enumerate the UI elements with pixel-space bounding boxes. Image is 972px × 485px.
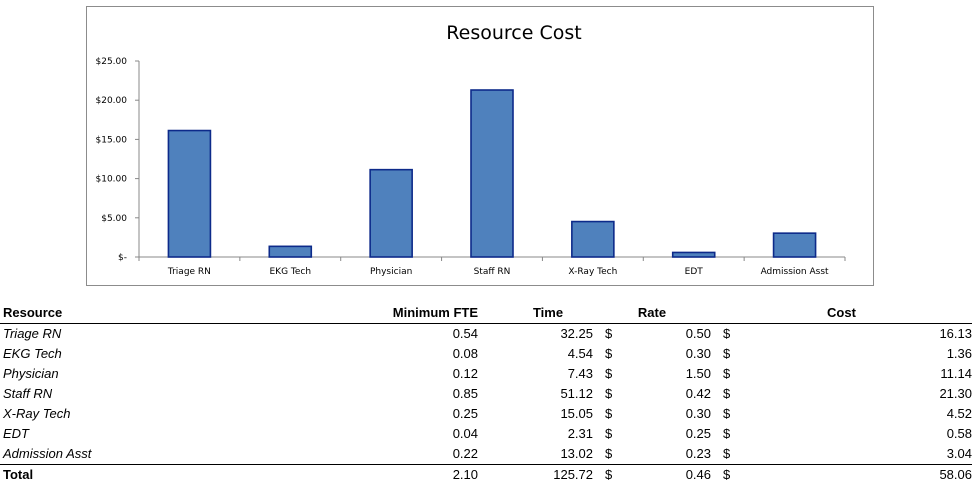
cell-resource: X-Ray Tech [0, 404, 258, 424]
cell-currency: $ [711, 424, 741, 444]
table-row: EDT0.042.31$0.25$0.58 [0, 424, 972, 444]
cell-rate: 1.50 [623, 364, 711, 384]
cell-currency: $ [711, 384, 741, 404]
table-row: X-Ray Tech0.2515.05$0.30$4.52 [0, 404, 972, 424]
y-tick-label: $20.00 [96, 96, 128, 106]
cell-cost: 0.58 [741, 424, 972, 444]
cell-currency: $ [593, 364, 623, 384]
chart-container: Resource Cost $- $5.00 $10.00 $15.00 $20.00 $2… [86, 6, 874, 286]
cell-currency: $ [593, 404, 623, 424]
table-row: Physician0.127.43$1.50$11.14 [0, 364, 972, 384]
header-time: Time [478, 303, 593, 324]
cell-time: 13.02 [478, 444, 593, 465]
header-rate: Rate [593, 303, 711, 324]
y-tick-label: $10.00 [96, 175, 128, 185]
chart-title: Resource Cost [446, 22, 581, 44]
resource-cost-table: Resource Minimum FTE Time Rate Cost Tria… [0, 303, 972, 485]
cell-currency: $ [593, 344, 623, 364]
table-row: EKG Tech0.084.54$0.30$1.36 [0, 344, 972, 364]
y-tick-label: $25.00 [96, 57, 128, 67]
cell-cost: 1.36 [741, 344, 972, 364]
cell-rate: 0.42 [623, 384, 711, 404]
cell-resource: EKG Tech [0, 344, 258, 364]
y-tick-label: $- [118, 253, 127, 263]
cell-currency: $ [593, 424, 623, 444]
x-tick-label: Triage RN [167, 267, 211, 277]
cell-time: 2.31 [478, 424, 593, 444]
cell-fte: 0.25 [258, 404, 478, 424]
cell-currency: $ [593, 444, 623, 465]
x-tick-label: Physician [370, 267, 412, 277]
cell-rate: 0.30 [623, 344, 711, 364]
cell-rate: 0.50 [623, 324, 711, 345]
cell-time: 7.43 [478, 364, 593, 384]
cell-currency: $ [593, 324, 623, 345]
x-tick-label: EKG Tech [269, 267, 311, 277]
cell-rate: 0.30 [623, 404, 711, 424]
cell-currency: $ [711, 444, 741, 465]
cell-fte: 0.85 [258, 384, 478, 404]
bar-triage-rn [168, 131, 210, 257]
table-body: Triage RN0.5432.25$0.50$16.13EKG Tech0.0… [0, 324, 972, 465]
header-minimum-fte: Minimum FTE [258, 303, 478, 324]
bar-ekg-tech [269, 246, 311, 257]
cell-cost: 21.30 [741, 384, 972, 404]
cell-resource: Triage RN [0, 324, 258, 345]
cell-currency: $ [711, 324, 741, 345]
cell-cost: 4.52 [741, 404, 972, 424]
bar-edt [673, 252, 715, 257]
cell-time: 15.05 [478, 404, 593, 424]
y-tick-label: $15.00 [96, 135, 128, 145]
bar-admission-asst [774, 233, 816, 257]
table-row: Staff RN0.8551.12$0.42$21.30 [0, 384, 972, 404]
cell-time: 32.25 [478, 324, 593, 345]
cell-currency: $ [711, 364, 741, 384]
cell-fte: 0.08 [258, 344, 478, 364]
bar-staff-rn [471, 90, 513, 257]
cell-currency: $ [711, 404, 741, 424]
cell-time: 4.54 [478, 344, 593, 364]
bar-chart: Resource Cost $- $5.00 $10.00 $15.00 $20.00 $2… [87, 7, 873, 285]
bar-x-ray-tech [572, 222, 614, 257]
table-header-row: Resource Minimum FTE Time Rate Cost [0, 303, 972, 324]
x-tick-label: EDT [685, 267, 704, 277]
cell-fte: 0.54 [258, 324, 478, 345]
cell-resource: EDT [0, 424, 258, 444]
x-tick-label: Admission Asst [761, 267, 829, 277]
cell-resource: Admission Asst [0, 444, 258, 465]
bar-physician [370, 170, 412, 257]
cell-fte: 0.04 [258, 424, 478, 444]
x-tick-label: X-Ray Tech [568, 267, 617, 277]
cell-currency: $ [711, 344, 741, 364]
cell-time: 51.12 [478, 384, 593, 404]
cell-currency: $ [593, 384, 623, 404]
cell-fte: 0.12 [258, 364, 478, 384]
cell-rate: 0.23 [623, 444, 711, 465]
cell-resource: Physician [0, 364, 258, 384]
table-row: Admission Asst0.2213.02$0.23$3.04 [0, 444, 972, 465]
cell-rate: 0.25 [623, 424, 711, 444]
header-cost: Cost [711, 303, 972, 324]
cell-fte: 0.22 [258, 444, 478, 465]
header-resource: Resource [0, 303, 258, 324]
cell-resource: Staff RN [0, 384, 258, 404]
table-row: Triage RN0.5432.25$0.50$16.13 [0, 324, 972, 345]
x-tick-label: Staff RN [474, 267, 511, 277]
cell-cost: 11.14 [741, 364, 972, 384]
cell-cost: 16.13 [741, 324, 972, 345]
y-tick-label: $5.00 [101, 214, 127, 224]
cell-cost: 3.04 [741, 444, 972, 465]
